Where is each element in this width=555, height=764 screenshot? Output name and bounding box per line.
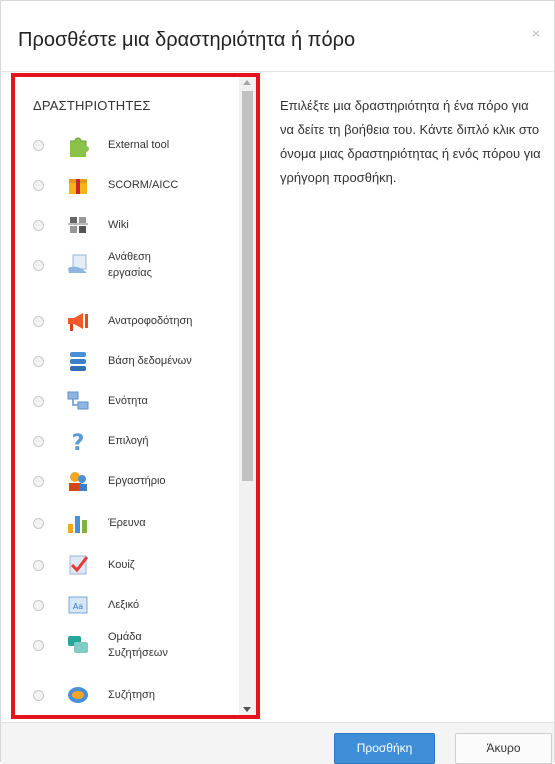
package-icon: [65, 172, 91, 198]
lesson-icon: [65, 388, 91, 414]
activity-label: Λεξικό: [108, 599, 140, 611]
activity-radio[interactable]: [33, 180, 44, 191]
activity-option-5[interactable]: Ανατροφοδότηση: [15, 299, 240, 339]
workshop-icon: [65, 468, 91, 494]
activity-radio[interactable]: [33, 560, 44, 571]
activity-label: SCORM/AICC: [108, 179, 179, 191]
scroll-down-arrow[interactable]: [243, 707, 251, 712]
activity-radio[interactable]: [33, 690, 44, 701]
activity-option-13[interactable]: Ομάδα Συζητήσεων: [15, 623, 240, 663]
activity-label: Κουίζ: [108, 559, 135, 571]
activity-option-9[interactable]: Εργαστήριο: [15, 459, 240, 499]
activity-option-11[interactable]: Κουίζ: [15, 543, 240, 583]
activity-label: External tool: [108, 139, 170, 151]
activity-label: Εργαστήριο: [108, 475, 166, 487]
activity-label: Wiki: [108, 219, 129, 231]
activity-option-10[interactable]: Έρευνα: [15, 501, 240, 541]
dialog-header: Προσθέστε μια δραστηριότητα ή πόρο ×: [1, 1, 554, 72]
activity-options-panel: ΔΡΑΣΤΗΡΙΟΤΗΤΕΣ External tool SCORM/AICC Wi…: [11, 73, 260, 719]
puzzle-icon: [65, 132, 91, 158]
activity-option-12[interactable]: Aa Λεξικό: [15, 583, 240, 623]
dialog-footer: Προσθήκη Άκυρο: [1, 722, 554, 764]
activity-radio[interactable]: [33, 436, 44, 447]
activity-option-2[interactable]: SCORM/AICC: [15, 163, 240, 203]
activity-label: Συζήτηση: [108, 689, 155, 701]
activity-radio[interactable]: [33, 396, 44, 407]
activity-label: Ενότητα: [108, 395, 148, 407]
activity-option-6[interactable]: Βάση δεδομένων: [15, 339, 240, 379]
activity-radio[interactable]: [33, 140, 44, 151]
activity-label: Ανάθεση εργασίας: [108, 251, 152, 279]
activity-radio[interactable]: [33, 600, 44, 611]
svg-text:?: ?: [72, 431, 85, 454]
scroll-thumb[interactable]: [242, 91, 253, 481]
add-button[interactable]: Προσθήκη: [334, 733, 435, 764]
activity-label: Επιλογή: [108, 435, 149, 447]
activity-radio[interactable]: [33, 260, 44, 271]
activity-option-14[interactable]: Συζήτηση: [15, 673, 240, 713]
question-icon: ?: [65, 428, 91, 456]
glossary-icon: Aa: [65, 592, 91, 618]
quiz-check-icon: [65, 552, 91, 578]
activity-option-4[interactable]: Ανάθεση εργασίας: [15, 243, 240, 283]
activity-option-1[interactable]: External tool: [15, 123, 240, 163]
activity-label: Ανατροφοδότηση: [108, 315, 193, 327]
activity-option-3[interactable]: Wiki: [15, 203, 240, 243]
activity-option-7[interactable]: Ενότητα: [15, 379, 240, 419]
chat-icon: [65, 682, 91, 708]
activity-radio[interactable]: [33, 316, 44, 327]
scroll-up-arrow[interactable]: [243, 80, 251, 85]
activity-option-8[interactable]: ? Επιλογή: [15, 419, 240, 459]
wiki-icon: [65, 212, 91, 238]
activity-label: Βάση δεδομένων: [108, 355, 192, 367]
activity-radio[interactable]: [33, 640, 44, 651]
close-icon[interactable]: ×: [532, 25, 540, 41]
add-activity-dialog: Προσθέστε μια δραστηριότητα ή πόρο × ΔΡΑ…: [0, 0, 555, 764]
database-icon: [65, 348, 91, 374]
activity-radio[interactable]: [33, 518, 44, 529]
survey-chart-icon: [65, 510, 91, 536]
forum-icon: [65, 632, 91, 658]
dialog-title: Προσθέστε μια δραστηριότητα ή πόρο: [18, 29, 356, 51]
megaphone-icon: [65, 308, 91, 334]
svg-text:Aa: Aa: [73, 602, 83, 611]
assignment-icon: [65, 252, 91, 278]
cancel-button[interactable]: Άκυρο: [455, 733, 552, 764]
activity-radio[interactable]: [33, 356, 44, 367]
activity-radio[interactable]: [33, 476, 44, 487]
help-text: Επιλέξτε μια δραστηριότητα ή ένα πόρο γι…: [280, 98, 541, 185]
activity-radio[interactable]: [33, 220, 44, 231]
activities-section-title: ΔΡΑΣΤΗΡΙΟΤΗΤΕΣ: [33, 98, 151, 113]
options-scrollbar[interactable]: [239, 77, 256, 715]
activity-label: Ομάδα Συζητήσεων: [108, 631, 168, 659]
activity-label: Έρευνα: [108, 517, 146, 529]
